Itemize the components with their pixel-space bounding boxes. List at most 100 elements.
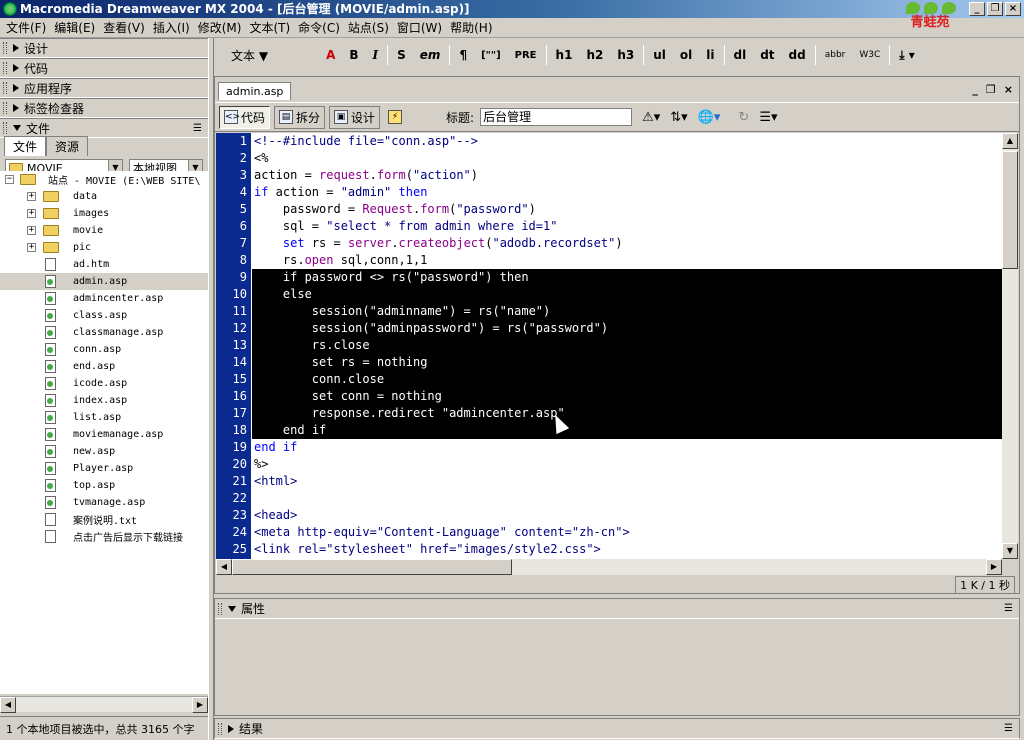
panel-files[interactable]: 文件 ☰ <box>0 118 208 138</box>
code-line[interactable]: 23 <head> <box>216 507 1002 524</box>
expand-icon[interactable]: + <box>27 192 36 201</box>
doc-close-icon[interactable]: × <box>1004 83 1013 96</box>
collapse-icon[interactable]: − <box>5 175 14 184</box>
tree-file[interactable]: new.asp <box>0 443 208 460</box>
code-line[interactable]: 5 password = Request.form("password") <box>216 201 1002 218</box>
code-line[interactable]: 14 set rs = nothing <box>216 354 1002 371</box>
menu-site[interactable]: 站点(S) <box>344 19 393 36</box>
tree-file[interactable]: end.asp <box>0 358 208 375</box>
code-line[interactable]: 24 <meta http-equiv="Content-Language" co… <box>216 524 1002 541</box>
h3-button[interactable]: h3 <box>610 48 641 62</box>
menu-window[interactable]: 窗口(W) <box>393 19 446 36</box>
editor-vscrollbar[interactable]: ▲ ▼ <box>1002 133 1018 559</box>
panel-options-icon[interactable]: ☰ <box>1004 723 1013 734</box>
code-line[interactable]: 2 <% <box>216 150 1002 167</box>
code-line[interactable]: 17 response.redirect "admincenter.asp" <box>216 405 1002 422</box>
ol-button[interactable]: ol <box>673 48 699 62</box>
characters-menu-icon[interactable]: ⤓ ▾ <box>892 48 922 63</box>
tree-file[interactable]: top.asp <box>0 477 208 494</box>
h1-button[interactable]: h1 <box>549 48 580 62</box>
scroll-up-icon[interactable]: ▲ <box>1002 133 1018 149</box>
expand-icon[interactable]: + <box>27 209 36 218</box>
browser-check-icon[interactable]: ⚠▾ <box>642 110 660 125</box>
dd-button[interactable]: dd <box>782 48 813 62</box>
file-tree-hscrollbar[interactable]: ◀ ▶ <box>0 696 208 713</box>
code-line[interactable]: 7 set rs = server.createobject("adodb.re… <box>216 235 1002 252</box>
dl-button[interactable]: dl <box>727 48 754 62</box>
title-input[interactable]: 后台管理 <box>480 108 633 126</box>
split-view-button[interactable]: ▤ 拆分 <box>274 105 326 129</box>
panel-design[interactable]: 设计 <box>0 38 208 58</box>
tree-folder[interactable]: + movie <box>0 222 208 239</box>
acronym-button[interactable]: W3C <box>852 50 887 60</box>
tree-file[interactable]: 点击广告后显示下载链接 <box>0 528 208 545</box>
code-line[interactable]: 9 if password <> rs("password") then <box>216 269 1002 286</box>
tree-file[interactable]: tvmanage.asp <box>0 494 208 511</box>
text-category-menu[interactable]: 文本 ▼ <box>224 47 275 64</box>
menu-commands[interactable]: 命令(C) <box>294 19 344 36</box>
tree-folder[interactable]: + images <box>0 205 208 222</box>
tree-folder[interactable]: + data <box>0 188 208 205</box>
menu-view[interactable]: 查看(V) <box>99 19 149 36</box>
code-line[interactable]: 13 rs.close <box>216 337 1002 354</box>
paragraph-button[interactable]: ¶ <box>452 48 474 62</box>
h2-button[interactable]: h2 <box>579 48 610 62</box>
code-line[interactable]: 11 session("adminname") = rs("name") <box>216 303 1002 320</box>
code-line[interactable]: 19 end if <box>216 439 1002 456</box>
minimize-button[interactable]: _ <box>969 2 985 16</box>
bold-button[interactable]: B <box>342 48 365 62</box>
doc-minimize-icon[interactable]: _ <box>972 83 978 96</box>
preview-browser-icon[interactable]: 🌐▾ <box>698 110 721 125</box>
code-line[interactable]: 22 <box>216 490 1002 507</box>
code-line[interactable]: 20 %> <box>216 456 1002 473</box>
tab-assets[interactable]: 资源 <box>46 136 89 156</box>
tree-file[interactable]: icode.asp <box>0 375 208 392</box>
code-line[interactable]: 12 session("adminpassword") = rs("passwo… <box>216 320 1002 337</box>
scroll-right-icon[interactable]: ▶ <box>192 697 208 713</box>
close-button[interactable]: × <box>1005 2 1021 16</box>
menu-insert[interactable]: 插入(I) <box>149 19 194 36</box>
code-line[interactable]: 15 conn.close <box>216 371 1002 388</box>
file-management-icon[interactable]: ⇅▾ <box>670 110 687 125</box>
properties-header[interactable]: 属性 ☰ <box>215 599 1019 619</box>
italic-button[interactable]: I <box>366 48 386 62</box>
scroll-down-icon[interactable]: ▼ <box>1002 543 1018 559</box>
tree-file[interactable]: moviemanage.asp <box>0 426 208 443</box>
hscroll-thumb[interactable] <box>232 559 512 575</box>
tree-file[interactable]: conn.asp <box>0 341 208 358</box>
code-line[interactable]: 16 set conn = nothing <box>216 388 1002 405</box>
scroll-left-icon[interactable]: ◀ <box>216 559 232 575</box>
design-view-button[interactable]: ▣ 设计 <box>329 105 381 129</box>
tree-file[interactable]: ad.htm <box>0 256 208 273</box>
blockquote-button[interactable]: [""] <box>474 50 508 61</box>
tree-folder[interactable]: + pic <box>0 239 208 256</box>
code-line[interactable]: 8 rs.open sql,conn,1,1 <box>216 252 1002 269</box>
tree-file[interactable]: classmanage.asp <box>0 324 208 341</box>
scroll-left-icon[interactable]: ◀ <box>0 697 16 713</box>
tree-file[interactable]: index.asp <box>0 392 208 409</box>
tree-file[interactable]: Player.asp <box>0 460 208 477</box>
code-line[interactable]: 3 action = request.form("action") <box>216 167 1002 184</box>
code-editor[interactable]: 1 <!--#include file="conn.asp"--> 2 <% 3 acti… <box>216 133 1002 559</box>
tree-root[interactable]: − 站点 - MOVIE (E:\WEB SITE\ <box>0 171 208 188</box>
menu-file[interactable]: 文件(F) <box>2 19 50 36</box>
scroll-right-icon[interactable]: ▶ <box>986 559 1002 575</box>
tree-file[interactable]: admincenter.asp <box>0 290 208 307</box>
code-line[interactable]: 25 <link rel="stylesheet" href="images/st… <box>216 541 1002 558</box>
menu-edit[interactable]: 编辑(E) <box>50 19 99 36</box>
code-line[interactable]: 6 sql = "select * from admin where id=1" <box>216 218 1002 235</box>
li-button[interactable]: li <box>699 48 721 62</box>
restore-button[interactable]: ❐ <box>987 2 1003 16</box>
menu-modify[interactable]: 修改(M) <box>194 19 246 36</box>
code-line[interactable]: 18 end if <box>216 422 1002 439</box>
tab-files[interactable]: 文件 <box>4 136 47 156</box>
panel-options-icon[interactable]: ☰ <box>193 123 202 134</box>
code-line[interactable]: 21 <html> <box>216 473 1002 490</box>
tree-file[interactable]: list.asp <box>0 409 208 426</box>
view-options-icon[interactable]: ☰▾ <box>759 110 777 125</box>
results-header[interactable]: 结果 ☰ <box>215 719 1019 739</box>
editor-hscrollbar[interactable]: ◀ ▶ <box>216 559 1002 575</box>
refresh-design-icon[interactable]: ↻ <box>738 110 749 125</box>
dt-button[interactable]: dt <box>753 48 781 62</box>
menu-help[interactable]: 帮助(H) <box>446 19 496 36</box>
